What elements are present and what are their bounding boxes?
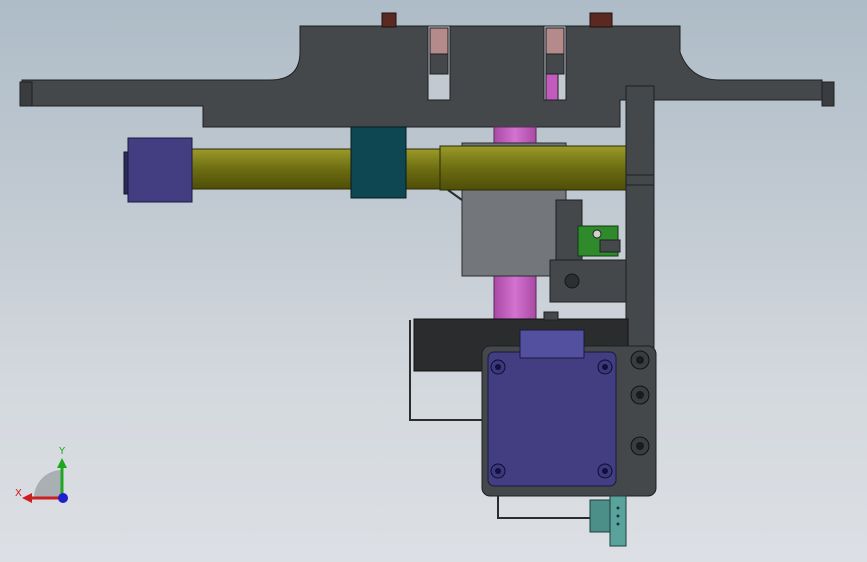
assembly-drawing[interactable]: Y X xyxy=(0,0,867,562)
stepper-motor xyxy=(481,329,657,497)
rod-end-motor xyxy=(123,137,193,203)
motor-connector xyxy=(497,495,627,547)
z-axis-dot xyxy=(58,493,68,503)
x-axis-label: X xyxy=(15,488,22,499)
side-bracket xyxy=(625,85,655,357)
limit-switch xyxy=(549,199,627,303)
rod-collar xyxy=(350,126,407,199)
top-knob-left xyxy=(381,12,397,28)
top-frame xyxy=(19,25,835,128)
y-axis-label: Y xyxy=(58,446,66,457)
y-arrow-icon xyxy=(57,458,67,468)
coordinate-triad: Y X xyxy=(15,446,68,503)
x-arrow-icon xyxy=(22,493,32,503)
cad-viewport[interactable]: Y X xyxy=(0,0,867,562)
top-knob-right xyxy=(589,12,613,28)
guide-rod xyxy=(191,145,645,191)
